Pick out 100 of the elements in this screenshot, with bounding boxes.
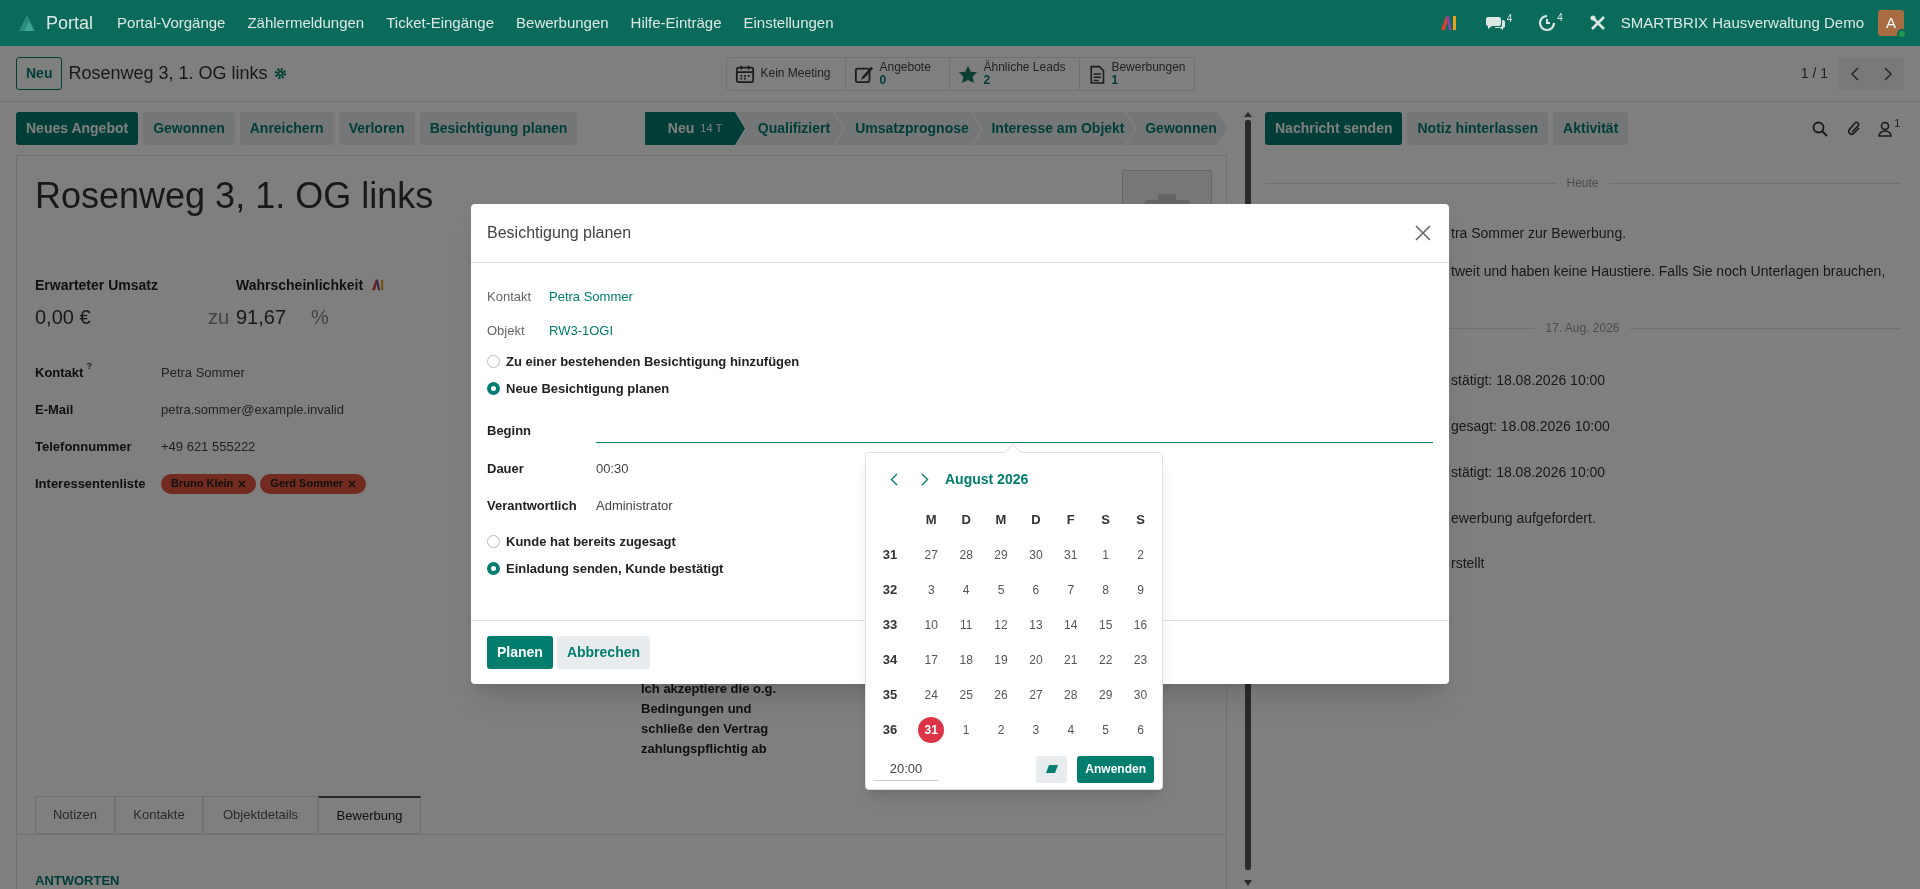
calendar-day[interactable]: 6 <box>1127 716 1154 743</box>
week-number: 32 <box>881 580 899 599</box>
calendar-day[interactable]: 21 <box>1057 646 1084 673</box>
radio-button[interactable] <box>487 562 500 575</box>
chevron-right-icon <box>1882 65 1893 82</box>
form-tab[interactable]: Bewerbung <box>318 796 421 834</box>
calendar-day[interactable]: 11 <box>953 611 980 638</box>
apply-button[interactable]: Anwenden <box>1077 755 1154 783</box>
breadcrumb-title[interactable]: Rosenweg 3, 1. OG links <box>68 60 268 87</box>
time-input[interactable]: 20:00 <box>874 757 938 781</box>
weekday-label: D <box>1030 510 1042 529</box>
calendar-day[interactable]: 13 <box>1022 611 1049 638</box>
calendar-day[interactable]: 6 <box>1022 576 1049 603</box>
field-label: Kontakt <box>35 363 84 382</box>
calendar-day[interactable]: 10 <box>918 611 945 638</box>
menu-item[interactable]: Ticket-Eingänge <box>386 11 495 35</box>
gear-icon[interactable] <box>273 67 287 80</box>
close-icon[interactable] <box>1415 225 1431 241</box>
field-value: 0,00 € <box>35 305 92 330</box>
user-icon[interactable] <box>1878 120 1893 137</box>
smart-button[interactable]: Ähnliche Leads 2 <box>948 57 1079 90</box>
calendar-day[interactable]: 15 <box>1092 611 1119 638</box>
calendar-day[interactable]: 1 <box>1092 541 1119 568</box>
month-title[interactable]: August 2026 <box>945 468 1029 490</box>
calendar-day[interactable]: 16 <box>1127 611 1154 638</box>
calendar-day[interactable]: 12 <box>988 611 1015 638</box>
calendar-day[interactable]: 7 <box>1057 576 1084 603</box>
form-tab[interactable]: Notizen <box>35 796 115 834</box>
calendar-icon <box>734 63 755 84</box>
calendar-day[interactable]: 30 <box>1022 541 1049 568</box>
menu-item[interactable]: Portal-Vorgänge <box>117 11 226 35</box>
menu-item[interactable]: Bewerbungen <box>516 11 609 35</box>
radio-button[interactable] <box>487 535 500 548</box>
calendar-day[interactable]: 9 <box>1127 576 1154 603</box>
calendar-day[interactable]: 27 <box>1022 681 1049 708</box>
calendar-day[interactable]: 30 <box>1127 681 1154 708</box>
calendar-day[interactable]: 4 <box>953 576 980 603</box>
menu-item[interactable]: Zählermeldungen <box>247 11 365 35</box>
message-text: tweit und haben keine Haustiere. Falls Sie noch Unterlagen brauchen, <box>1451 262 1887 281</box>
calendar-day[interactable]: 29 <box>988 541 1015 568</box>
calendar-day[interactable]: 24 <box>918 681 945 708</box>
user-avatar[interactable]: A <box>1878 10 1904 36</box>
paperclip-icon[interactable] <box>1846 119 1863 138</box>
form-tab[interactable]: Objektdetails <box>203 796 318 834</box>
pager-value: 1 / 1 <box>1800 64 1828 83</box>
calendar-day[interactable]: 5 <box>988 576 1015 603</box>
calendar-day[interactable]: 19 <box>988 646 1015 673</box>
ai-icon[interactable] <box>1439 15 1458 31</box>
calendar-day[interactable]: 8 <box>1092 576 1119 603</box>
record-link[interactable]: Petra Sommer <box>549 287 633 307</box>
help-marker[interactable]: ? <box>86 359 92 374</box>
activity-count: 4 <box>1557 11 1563 25</box>
message-text: stätigt: 18.08.2026 10:00 <box>1451 463 1607 482</box>
calendar-day[interactable]: 5 <box>1092 716 1119 743</box>
menu-item[interactable]: Hilfe-Einträge <box>630 11 722 35</box>
calendar-day[interactable]: 31 <box>918 716 945 743</box>
dialog-button[interactable]: Planen <box>487 636 553 669</box>
calendar-day[interactable]: 2 <box>1127 541 1154 568</box>
field-value: Petra Sommer <box>161 363 245 382</box>
calendar-day[interactable]: 17 <box>918 646 945 673</box>
smart-button[interactable]: Bewerbungen 1 <box>1078 57 1194 90</box>
dialog-button[interactable]: Abbrechen <box>556 636 651 669</box>
calendar-day[interactable]: 4 <box>1057 716 1084 743</box>
calendar-day[interactable]: 25 <box>953 681 980 708</box>
calendar-day[interactable]: 22 <box>1092 646 1119 673</box>
week-number: 36 <box>881 720 899 739</box>
calendar-day[interactable]: 28 <box>1057 681 1084 708</box>
calendar-day[interactable]: 20 <box>1022 646 1049 673</box>
calendar-day[interactable]: 1 <box>953 716 980 743</box>
form-tab[interactable]: Kontakte <box>115 796 203 834</box>
unit-label: % <box>311 305 329 330</box>
field-value: +49 621 555222 <box>161 437 256 456</box>
calendar-day[interactable]: 26 <box>988 681 1015 708</box>
calendar-day[interactable]: 3 <box>918 576 945 603</box>
message-count: 4 <box>1506 12 1513 26</box>
field-prefix: zu <box>206 305 229 330</box>
calendar-day[interactable]: 2 <box>988 716 1015 743</box>
menu-item[interactable]: Einstellungen <box>743 11 834 35</box>
field-value: 00:30 <box>596 459 629 478</box>
calendar-day[interactable]: 31 <box>1057 541 1084 568</box>
calendar-day[interactable]: 29 <box>1092 681 1119 708</box>
search-icon[interactable] <box>1812 120 1829 137</box>
calendar-day[interactable]: 23 <box>1127 646 1154 673</box>
radio-button[interactable] <box>487 355 500 368</box>
calendar-day[interactable]: 27 <box>918 541 945 568</box>
calendar-day[interactable]: 18 <box>953 646 980 673</box>
smart-button[interactable]: Angebote 0 <box>844 57 949 90</box>
clear-button[interactable] <box>1036 755 1068 783</box>
chevron-left-icon <box>1849 65 1860 82</box>
chat-icon[interactable] <box>1485 15 1506 31</box>
smart-button[interactable]: Kein Meeting <box>726 57 845 90</box>
clock-icon[interactable] <box>1538 14 1557 32</box>
company-name[interactable]: SMARTBRIX Hausverwaltung Demo <box>1620 11 1864 35</box>
radio-button[interactable] <box>487 382 500 395</box>
field-label: Kontakt <box>487 288 533 307</box>
record-link[interactable]: RW3-1OGI <box>549 321 614 341</box>
calendar-day[interactable]: 28 <box>953 541 980 568</box>
calendar-day[interactable]: 3 <box>1022 716 1049 743</box>
app-name[interactable]: Portal <box>46 9 94 37</box>
calendar-day[interactable]: 14 <box>1057 611 1084 638</box>
